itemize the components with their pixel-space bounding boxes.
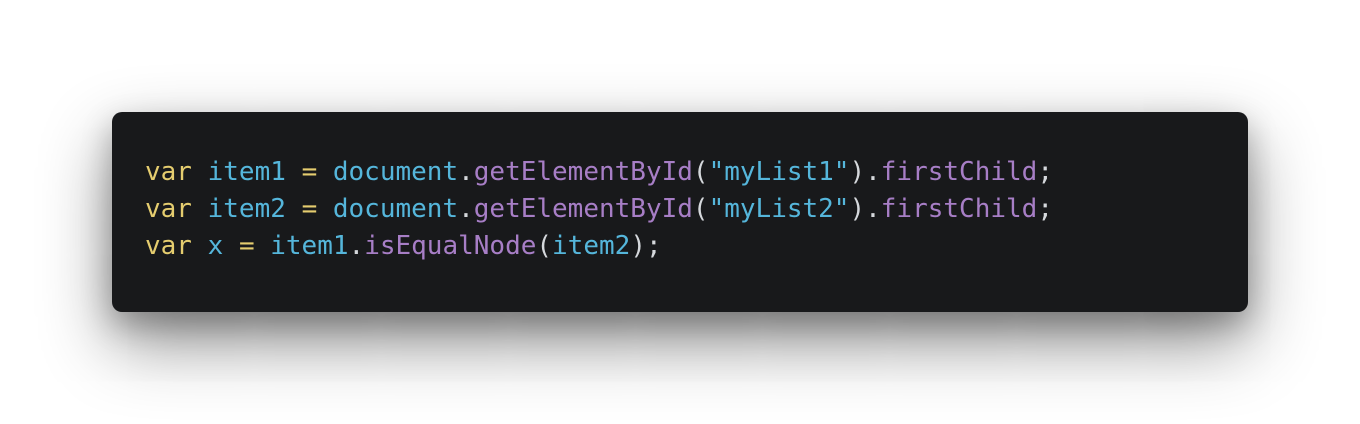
code-token-punctuation bbox=[192, 194, 208, 224]
code-token-punctuation: . bbox=[458, 194, 474, 224]
code-token-punctuation: ). bbox=[849, 157, 881, 187]
code-token-punctuation: . bbox=[458, 157, 474, 187]
code-token-punctuation bbox=[317, 157, 333, 187]
code-token-identifier: item2 bbox=[207, 194, 286, 224]
code-token-punctuation: ; bbox=[1037, 194, 1053, 224]
code-token-punctuation bbox=[317, 194, 333, 224]
code-token-punctuation: ( bbox=[536, 231, 553, 261]
code-token-operator: = bbox=[301, 157, 318, 187]
code-token-method: getElementById bbox=[473, 157, 693, 187]
code-token-punctuation: ); bbox=[630, 231, 662, 261]
code-token-punctuation: ). bbox=[849, 194, 881, 224]
code-token-method: isEqualNode bbox=[364, 231, 537, 261]
code-token-method: getElementById bbox=[473, 194, 693, 224]
code-token-punctuation bbox=[192, 231, 208, 261]
code-token-punctuation: ( bbox=[692, 194, 709, 224]
code-token-punctuation bbox=[286, 194, 302, 224]
code-token-punctuation bbox=[255, 231, 271, 261]
code-line-3: var x = item1.isEqualNode(item2); bbox=[145, 228, 1248, 265]
code-token-method: firstChild bbox=[880, 194, 1038, 224]
code-token-identifier: item1 bbox=[270, 231, 349, 261]
code-token-string: "myList1" bbox=[708, 157, 850, 187]
code-line-2: var item2 = document.getElementById("myL… bbox=[145, 191, 1248, 228]
code-token-operator: = bbox=[301, 194, 318, 224]
code-token-keyword: var bbox=[145, 231, 192, 261]
code-block[interactable]: var item1 = document.getElementById("myL… bbox=[145, 154, 1248, 265]
code-token-punctuation: ( bbox=[692, 157, 709, 187]
code-token-punctuation bbox=[223, 231, 239, 261]
code-token-identifier: document bbox=[332, 157, 459, 187]
code-token-punctuation bbox=[192, 157, 208, 187]
code-token-identifier: item2 bbox=[552, 231, 631, 261]
code-snippet-panel: var item1 = document.getElementById("myL… bbox=[112, 112, 1248, 312]
code-token-method: firstChild bbox=[880, 157, 1038, 187]
code-token-punctuation bbox=[286, 157, 302, 187]
code-token-keyword: var bbox=[145, 194, 192, 224]
code-token-punctuation: ; bbox=[1037, 157, 1053, 187]
code-token-identifier: document bbox=[332, 194, 459, 224]
code-token-identifier: item1 bbox=[207, 157, 286, 187]
code-token-keyword: var bbox=[145, 157, 192, 187]
code-token-operator: = bbox=[238, 231, 255, 261]
code-token-identifier: x bbox=[207, 231, 224, 261]
code-line-1: var item1 = document.getElementById("myL… bbox=[145, 154, 1248, 191]
code-token-punctuation: . bbox=[348, 231, 365, 261]
code-token-string: "myList2" bbox=[708, 194, 850, 224]
